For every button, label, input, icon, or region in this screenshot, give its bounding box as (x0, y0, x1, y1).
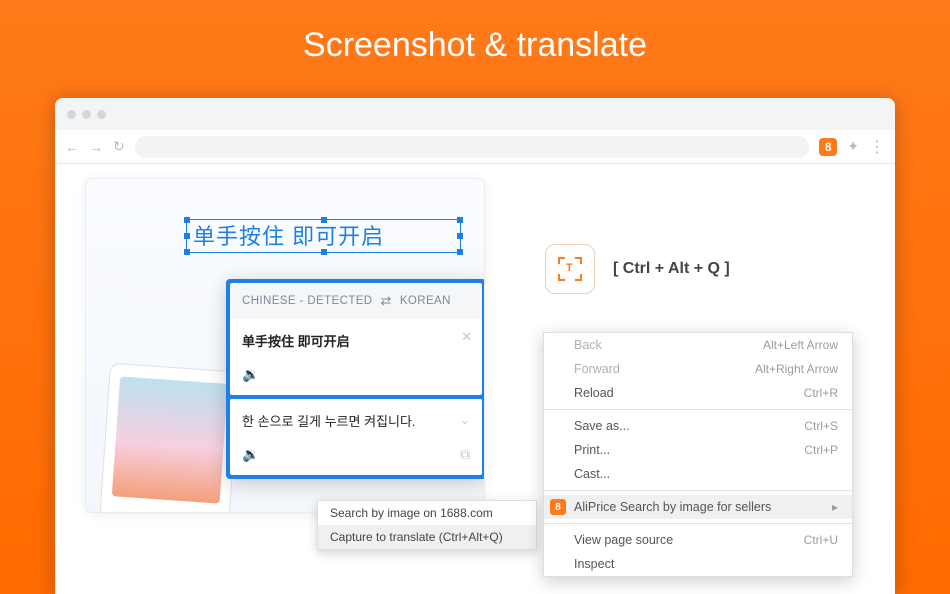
menu-shortcut: Ctrl+R (804, 386, 838, 400)
menu-shortcut: Ctrl+U (804, 533, 838, 547)
close-icon[interactable]: ✕ (461, 329, 472, 345)
target-text-block: ⌄ 한 손으로 길게 누르면 켜집니다. 🔉 ⧉ (230, 399, 482, 475)
tab-strip (55, 98, 895, 130)
menu-separator (544, 490, 852, 491)
hero-title: Screenshot & translate (0, 0, 950, 65)
extension-badge-icon: 8 (550, 499, 566, 515)
source-language-label: CHINESE - DETECTED (242, 295, 373, 307)
window-dot (97, 110, 106, 119)
address-bar[interactable] (135, 136, 810, 158)
browser-toolbar: ← → ↻ 8 ✦ ⋮ (55, 130, 895, 164)
shortcut-keys: [ Ctrl + Alt + Q ] (613, 260, 730, 278)
reload-icon[interactable]: ↻ (113, 138, 125, 155)
menu-shortcut: Alt+Left Arrow (763, 338, 838, 352)
browser-window: ← → ↻ 8 ✦ ⋮ 单手按住 即可开启 (55, 98, 895, 594)
menu-label: AliPrice Search by image for sellers (574, 500, 771, 514)
submenu-arrow-icon: ▸ (832, 500, 838, 514)
menu-separator (544, 409, 852, 410)
menu-label: Print... (574, 443, 610, 457)
menu-item-save-as[interactable]: Save as... Ctrl+S (544, 414, 852, 438)
menu-item-aliprice-extension[interactable]: 8 AliPrice Search by image for sellers ▸ (544, 495, 852, 519)
menu-label: Cast... (574, 467, 610, 481)
extensions-icon[interactable]: ✦ (847, 138, 859, 155)
resize-handle[interactable] (457, 217, 463, 223)
menu-shortcut: Ctrl+S (804, 419, 838, 433)
resize-handle[interactable] (184, 217, 190, 223)
menu-item-forward[interactable]: Forward Alt+Right Arrow (544, 357, 852, 381)
window-dot (67, 110, 76, 119)
copy-icon[interactable]: ⧉ (460, 446, 470, 463)
menu-item-search-1688[interactable]: Search by image on 1688.com (318, 501, 536, 525)
menu-item-cast[interactable]: Cast... (544, 462, 852, 486)
swap-icon[interactable]: ⇄ (381, 293, 392, 309)
shortcut-display: T [ Ctrl + Alt + Q ] (545, 244, 730, 294)
menu-item-print[interactable]: Print... Ctrl+P (544, 438, 852, 462)
menu-item-inspect[interactable]: Inspect (544, 552, 852, 576)
menu-shortcut: Ctrl+P (804, 443, 838, 457)
menu-item-back[interactable]: Back Alt+Left Arrow (544, 333, 852, 357)
speaker-icon[interactable]: 🔉 (242, 446, 259, 463)
menu-icon[interactable]: ⋮ (869, 137, 885, 157)
menu-label: Forward (574, 362, 620, 376)
menu-separator (544, 523, 852, 524)
source-text-block: ✕ 单手按住 即可开启 🔉 (230, 319, 482, 395)
menu-item-capture-translate[interactable]: Capture to translate (Ctrl+Alt+Q) (318, 525, 536, 549)
resize-handle[interactable] (457, 233, 463, 239)
source-text: 单手按住 即可开启 (242, 331, 470, 350)
resize-handle[interactable] (321, 249, 327, 255)
chevron-down-icon[interactable]: ⌄ (460, 413, 470, 427)
translate-popup: CHINESE - DETECTED ⇄ KOREAN ✕ 单手按住 即可开启 … (226, 279, 485, 479)
speaker-icon[interactable]: 🔉 (242, 366, 259, 383)
language-bar[interactable]: CHINESE - DETECTED ⇄ KOREAN (230, 283, 482, 319)
menu-label: Inspect (574, 557, 614, 571)
menu-shortcut: Alt+Right Arrow (755, 362, 838, 376)
menu-item-view-source[interactable]: View page source Ctrl+U (544, 528, 852, 552)
resize-handle[interactable] (184, 249, 190, 255)
menu-label: Back (574, 338, 602, 352)
page-content: 单手按住 即可开启 CHINESE - DETECTED ⇄ KOREAN ✕ … (55, 164, 895, 594)
menu-item-reload[interactable]: Reload Ctrl+R (544, 381, 852, 405)
target-language-label: KOREAN (400, 295, 451, 307)
background-tablet-illustration (98, 363, 240, 513)
extension-icon[interactable]: 8 (819, 138, 837, 156)
resize-handle[interactable] (457, 249, 463, 255)
back-icon[interactable]: ← (65, 139, 79, 155)
browser-context-menu: Back Alt+Left Arrow Forward Alt+Right Ar… (543, 332, 853, 577)
menu-label: Reload (574, 386, 614, 400)
forward-icon[interactable]: → (89, 139, 103, 155)
menu-label: Save as... (574, 419, 630, 433)
window-dot (82, 110, 91, 119)
capture-icon: T (545, 244, 595, 294)
resize-handle[interactable] (321, 217, 327, 223)
menu-label: View page source (574, 533, 673, 547)
product-image-card: 单手按住 即可开启 CHINESE - DETECTED ⇄ KOREAN ✕ … (85, 178, 485, 513)
resize-handle[interactable] (184, 233, 190, 239)
ocr-selection-box[interactable]: 单手按住 即可开启 (186, 219, 461, 253)
extension-context-menu: Search by image on 1688.com Capture to t… (317, 500, 537, 550)
target-text: 한 손으로 길게 누르면 켜집니다. (242, 411, 470, 430)
